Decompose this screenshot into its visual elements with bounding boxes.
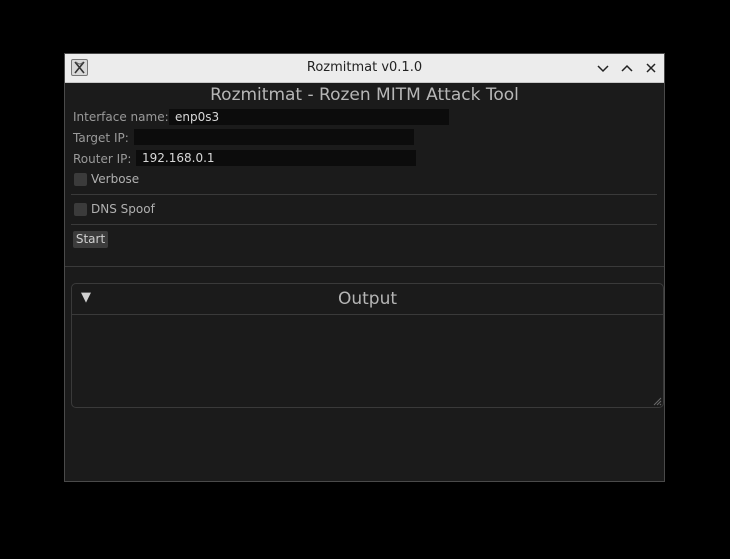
- dns-spoof-checkbox[interactable]: [74, 203, 87, 216]
- panel-title: Rozmitmat - Rozen MITM Attack Tool: [210, 85, 519, 105]
- maximize-button[interactable]: [619, 60, 635, 76]
- target-ip-input[interactable]: [134, 129, 414, 145]
- dns-spoof-label[interactable]: DNS Spoof: [91, 201, 155, 217]
- close-button[interactable]: [643, 60, 659, 76]
- start-button[interactable]: Start: [73, 231, 108, 248]
- resize-grip-icon[interactable]: [652, 396, 662, 406]
- chevron-down-icon: [597, 65, 609, 73]
- separator: [71, 194, 657, 195]
- output-text-area[interactable]: [72, 315, 663, 407]
- separator: [65, 266, 664, 267]
- title-bar[interactable]: Rozmitmat v0.1.0: [65, 54, 664, 83]
- interface-input[interactable]: [169, 109, 449, 125]
- window-title: Rozmitmat v0.1.0: [306, 60, 423, 75]
- separator: [71, 224, 657, 225]
- router-ip-input[interactable]: [136, 150, 416, 166]
- verbose-checkbox[interactable]: [74, 173, 87, 186]
- close-icon: [646, 63, 656, 73]
- router-ip-label: Router IP:: [73, 152, 132, 166]
- verbose-label[interactable]: Verbose: [91, 171, 139, 187]
- output-panel: ▼ Output: [71, 283, 664, 408]
- output-title: Output: [337, 289, 398, 309]
- minimize-button[interactable]: [595, 60, 611, 76]
- chevron-up-icon: [621, 64, 633, 72]
- app-window: Rozmitmat v0.1.0 Rozmitmat - Rozen MITM …: [64, 53, 665, 482]
- target-ip-label: Target IP:: [73, 131, 129, 145]
- output-header[interactable]: ▼ Output: [72, 284, 663, 315]
- interface-label: Interface name:: [73, 110, 169, 124]
